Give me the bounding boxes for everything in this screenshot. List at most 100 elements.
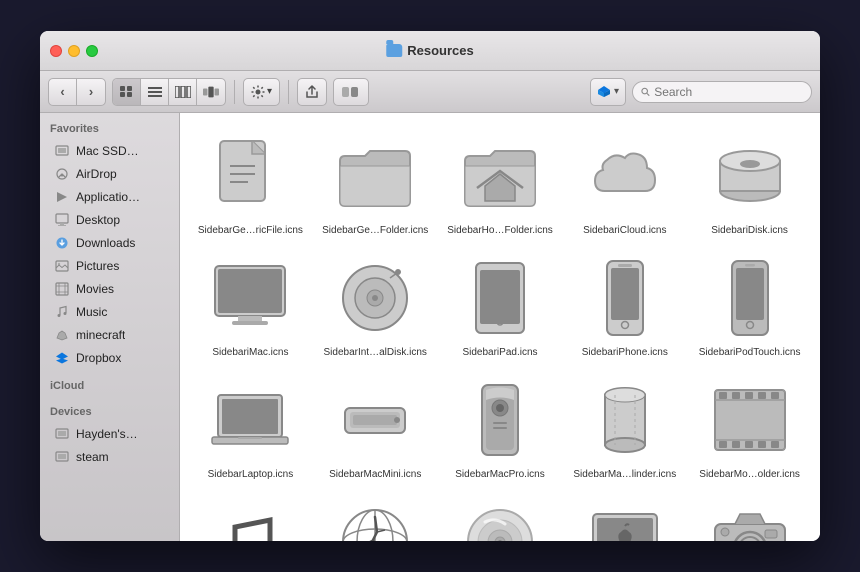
- pictures-icon: [54, 258, 70, 274]
- devices-section-label: Devices: [40, 396, 179, 422]
- maximize-button[interactable]: [86, 45, 98, 57]
- sidebar-item-steam[interactable]: steam: [44, 446, 175, 468]
- file-item-19[interactable]: SidebarScreen.icns: [564, 489, 685, 541]
- sidebar-item-airdrop[interactable]: AirDrop: [44, 163, 175, 185]
- titlebar: Resources: [40, 31, 820, 71]
- file-item-11[interactable]: SidebarLaptop.icns: [190, 367, 311, 485]
- file-item-20[interactable]: SidebarCamera.icns: [689, 489, 810, 541]
- file-item-3[interactable]: SidebarHo…Folder.icns: [440, 123, 561, 241]
- file-icon-internal-disk: [330, 253, 420, 343]
- airdrop-icon: [54, 166, 70, 182]
- file-icon-mac-cylinder: [580, 375, 670, 465]
- file-item-18[interactable]: SidebarOptical.icns: [440, 489, 561, 541]
- action-button[interactable]: ▾: [243, 78, 280, 106]
- file-label-1: SidebarGe…ricFile.icns: [198, 225, 303, 237]
- tag-icon: [341, 85, 361, 99]
- file-icon-mac-mini: [330, 375, 420, 465]
- sidebar-item-pictures[interactable]: Pictures: [44, 255, 175, 277]
- list-view-button[interactable]: [141, 79, 169, 105]
- file-icon-idisk: [705, 131, 795, 221]
- file-label-12: SidebarMacMini.icns: [329, 469, 421, 481]
- toolbar-divider1: [234, 80, 235, 104]
- sidebar-item-music[interactable]: Music: [44, 301, 175, 323]
- minimize-button[interactable]: [68, 45, 80, 57]
- file-label-15: SidebarMo…older.icns: [699, 469, 800, 481]
- file-label-5: SidebariDisk.icns: [711, 225, 788, 237]
- favorites-section-label: Favorites: [40, 113, 179, 139]
- sidebar-item-haydens[interactable]: Hayden's…: [44, 423, 175, 445]
- file-item-2[interactable]: SidebarGe…Folder.icns: [315, 123, 436, 241]
- file-label-14: SidebarMa…linder.icns: [573, 469, 676, 481]
- minecraft-icon: [54, 327, 70, 343]
- file-item-17[interactable]: SidebarNetwork.icns: [315, 489, 436, 541]
- file-area: SidebarGe…ricFile.icns SidebarGe…Folder.…: [180, 113, 820, 541]
- file-icon-music-note: [205, 497, 295, 541]
- sidebar-item-label-pictures: Pictures: [76, 259, 119, 273]
- coverflow-view-button[interactable]: [197, 79, 225, 105]
- sidebar-item-applications[interactable]: Applicatio…: [44, 186, 175, 208]
- column-view-button[interactable]: [169, 79, 197, 105]
- nav-buttons: ‹ ›: [48, 78, 106, 106]
- file-icon-screen: [580, 497, 670, 541]
- toolbar-divider2: [288, 80, 289, 104]
- sidebar-item-desktop[interactable]: Desktop: [44, 209, 175, 231]
- file-item-7[interactable]: SidebarInt…alDisk.icns: [315, 245, 436, 363]
- file-icon-generic: [205, 131, 295, 221]
- coverflow-view-icon: [203, 86, 219, 98]
- file-icon-home-folder: [455, 131, 545, 221]
- file-label-2: SidebarGe…Folder.icns: [322, 225, 428, 237]
- sidebar-item-label-desktop: Desktop: [76, 213, 120, 227]
- file-item-14[interactable]: SidebarMa…linder.icns: [564, 367, 685, 485]
- dropbox-arrow: ▾: [614, 86, 619, 97]
- sidebar-item-label-airdrop: AirDrop: [76, 167, 117, 181]
- file-grid: SidebarGe…ricFile.icns SidebarGe…Folder.…: [190, 123, 810, 541]
- column-view-icon: [175, 86, 191, 98]
- sidebar-item-dropbox[interactable]: Dropbox: [44, 347, 175, 369]
- file-icon-ipod-touch: [705, 253, 795, 343]
- tag-button[interactable]: [333, 78, 369, 106]
- file-label-10: SidebariPodTouch.icns: [699, 347, 801, 359]
- dropbox-button[interactable]: ▾: [590, 78, 626, 106]
- back-button[interactable]: ‹: [49, 79, 77, 105]
- sidebar-item-label-haydens: Hayden's…: [76, 427, 138, 441]
- sidebar-item-mac-ssd[interactable]: Mac SSD…: [44, 140, 175, 162]
- file-label-11: SidebarLaptop.icns: [208, 469, 294, 481]
- share-button[interactable]: [297, 78, 327, 106]
- traffic-lights: [50, 45, 98, 57]
- sidebar-item-minecraft[interactable]: minecraft: [44, 324, 175, 346]
- file-item-10[interactable]: SidebariPodTouch.icns: [689, 245, 810, 363]
- sidebar-item-movies[interactable]: Movies: [44, 278, 175, 300]
- file-icon-network: [330, 497, 420, 541]
- file-item-16[interactable]: music-note.icns: [190, 489, 311, 541]
- view-buttons: [112, 78, 226, 106]
- file-item-4[interactable]: SidebariCloud.icns: [564, 123, 685, 241]
- icon-view-button[interactable]: [113, 79, 141, 105]
- file-icon-movie-folder: [705, 375, 795, 465]
- file-item-15[interactable]: SidebarMo…older.icns: [689, 367, 810, 485]
- file-item-6[interactable]: SidebariMac.icns: [190, 245, 311, 363]
- file-icon-ipad: [455, 253, 545, 343]
- sidebar: Favorites Mac SSD… AirDrop Applicatio…: [40, 113, 180, 541]
- action-dropdown-arrow: ▾: [267, 86, 272, 97]
- sidebar-item-label-steam: steam: [76, 450, 109, 464]
- file-item-5[interactable]: SidebariDisk.icns: [689, 123, 810, 241]
- search-box[interactable]: [632, 81, 812, 103]
- file-item-8[interactable]: SidebariPad.icns: [440, 245, 561, 363]
- file-item-9[interactable]: SidebariPhone.icns: [564, 245, 685, 363]
- content-area: Favorites Mac SSD… AirDrop Applicatio…: [40, 113, 820, 541]
- sidebar-item-label-movies: Movies: [76, 282, 114, 296]
- forward-button[interactable]: ›: [77, 79, 105, 105]
- window-title: Resources: [386, 43, 473, 58]
- file-item-1[interactable]: SidebarGe…ricFile.icns: [190, 123, 311, 241]
- sidebar-item-downloads[interactable]: Downloads: [44, 232, 175, 254]
- file-label-7: SidebarInt…alDisk.icns: [324, 347, 427, 359]
- title-folder-icon: [386, 44, 402, 57]
- file-item-13[interactable]: SidebarMacPro.icns: [440, 367, 561, 485]
- toolbar: ‹ ›: [40, 71, 820, 113]
- search-input[interactable]: [654, 85, 803, 99]
- file-icon-imac: [205, 253, 295, 343]
- file-item-12[interactable]: SidebarMacMini.icns: [315, 367, 436, 485]
- close-button[interactable]: [50, 45, 62, 57]
- sidebar-item-label-applications: Applicatio…: [76, 190, 140, 204]
- grid-view-icon: [119, 85, 135, 98]
